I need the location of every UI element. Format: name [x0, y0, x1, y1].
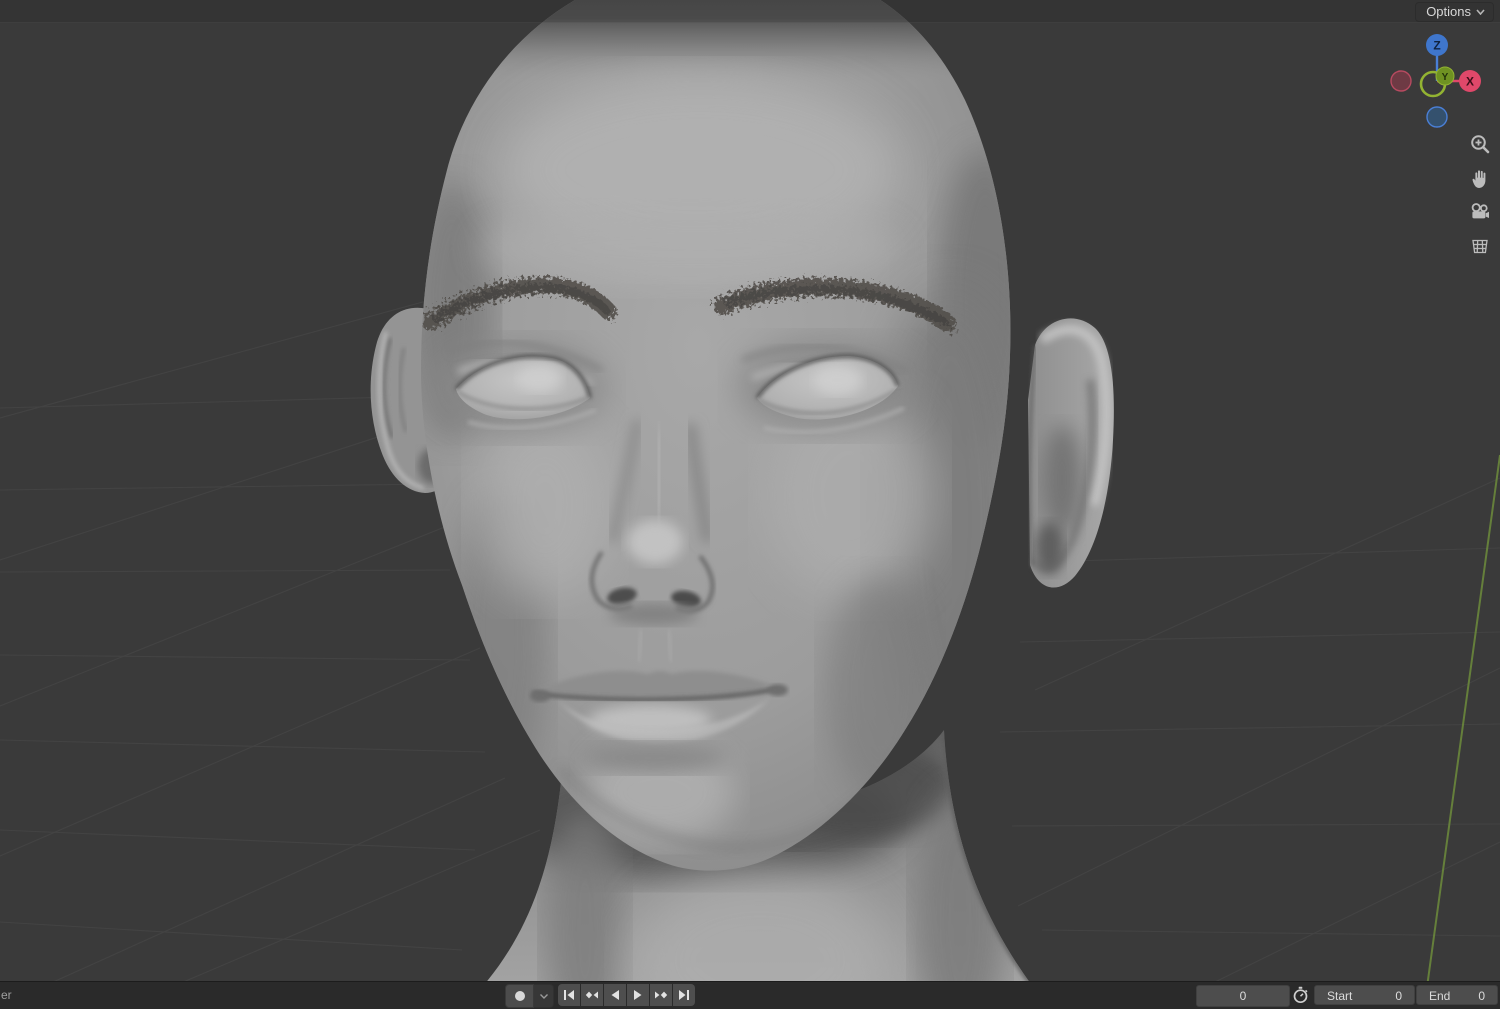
- next-keyframe-button[interactable]: [650, 984, 672, 1006]
- gizmo-z-label: Z: [1433, 39, 1440, 53]
- viewport-nav-tools: [1467, 131, 1493, 267]
- play-forward-button[interactable]: [627, 984, 649, 1006]
- end-frame-field[interactable]: End 0: [1416, 985, 1498, 1005]
- jump-to-end-icon: [679, 990, 689, 1000]
- current-frame-value: 0: [1239, 989, 1247, 1003]
- jump-to-end-button[interactable]: [673, 984, 695, 1006]
- prev-keyframe-button[interactable]: [581, 984, 603, 1006]
- current-frame-field[interactable]: 0: [1196, 985, 1290, 1007]
- use-preview-range-button[interactable]: [1289, 985, 1311, 1005]
- play-reverse-icon: [611, 990, 619, 1000]
- gizmo-x-label: X: [1466, 75, 1474, 89]
- grid-perspective-icon[interactable]: [1467, 233, 1493, 259]
- start-frame-value: 0: [1395, 989, 1402, 1003]
- play-reverse-button[interactable]: [604, 984, 626, 1006]
- timeline-menu-partial[interactable]: er: [1, 988, 12, 1002]
- gizmo-y-label: Y: [1442, 72, 1449, 83]
- blender-3d-viewport: { "viewport": { "header": { "options_lab…: [0, 0, 1500, 1009]
- end-frame-value: 0: [1478, 989, 1485, 1003]
- jump-to-start-icon: [564, 990, 574, 1000]
- stopwatch-icon: [1293, 986, 1308, 1004]
- playback-controls: [558, 984, 695, 1006]
- next-keyframe-icon: [655, 991, 668, 999]
- options-button[interactable]: Options: [1415, 2, 1494, 22]
- jump-to-start-button[interactable]: [558, 984, 580, 1006]
- zoom-in-icon[interactable]: [1467, 131, 1493, 157]
- pan-hand-icon[interactable]: [1467, 165, 1493, 191]
- play-forward-icon: [634, 990, 642, 1000]
- end-frame-label: End: [1429, 989, 1451, 1003]
- prev-keyframe-icon: [585, 991, 598, 999]
- viewport-header: Options: [0, 0, 1500, 23]
- options-label: Options: [1426, 4, 1471, 19]
- auto-keying-record-button[interactable]: [505, 984, 534, 1008]
- viewport-canvas[interactable]: [0, 0, 1500, 1009]
- start-frame-field[interactable]: Start 0: [1314, 985, 1415, 1005]
- start-frame-label: Start: [1327, 989, 1353, 1003]
- timeline-bar[interactable]: er 0 Start 0 End 0: [0, 981, 1500, 1009]
- record-dot-icon: [514, 991, 525, 1001]
- auto-keying-dropdown-button[interactable]: [534, 984, 554, 1008]
- gizmo-axis-z-negative[interactable]: [1426, 106, 1448, 128]
- orientation-gizmo[interactable]: Z X Y: [1386, 28, 1486, 132]
- chevron-down-icon: [539, 993, 548, 999]
- auto-keying-group: [505, 984, 554, 1008]
- camera-view-icon[interactable]: [1467, 199, 1493, 225]
- gizmo-axis-x-negative[interactable]: [1390, 70, 1412, 92]
- chevron-down-icon: [1476, 9, 1485, 15]
